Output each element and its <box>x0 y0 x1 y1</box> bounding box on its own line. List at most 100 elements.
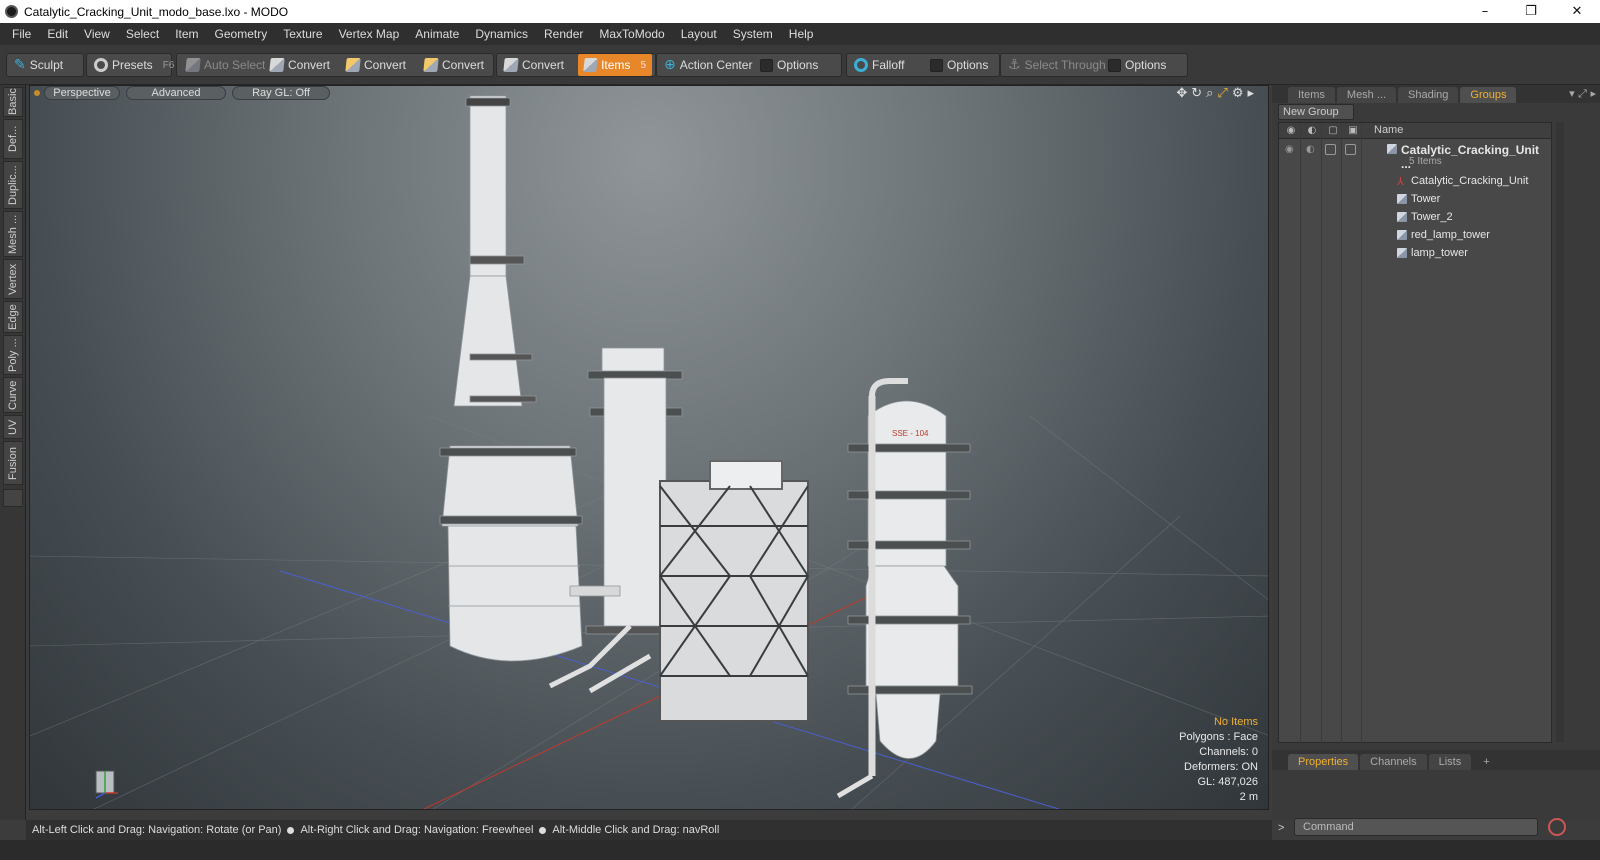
menu-vertex-map[interactable]: Vertex Map <box>331 27 408 41</box>
tab-duplicate[interactable]: Duplic... <box>3 161 23 209</box>
menu-maxtomodo[interactable]: MaxToModo <box>591 27 672 41</box>
properties-area <box>1272 771 1600 811</box>
auto-select-label: Auto Select <box>204 58 266 72</box>
menu-texture[interactable]: Texture <box>275 27 330 41</box>
list-scrollbar[interactable] <box>1556 122 1564 743</box>
select-through-label: Select Through <box>1024 58 1106 72</box>
view-mode-dropdown[interactable]: Perspective <box>44 86 120 100</box>
rotate-icon[interactable]: ↻ <box>1191 86 1202 101</box>
tab-lists[interactable]: Lists <box>1428 754 1472 770</box>
list-item[interactable]: lamp_tower <box>1279 244 1551 262</box>
panel-menu-icons[interactable]: ▾ ⤢ ▸ <box>1569 87 1596 101</box>
tab-mesh[interactable]: Mesh ... <box>3 211 23 257</box>
lock-column-icon[interactable]: ▢ <box>1327 125 1339 137</box>
list-item[interactable]: Tower_2 <box>1279 208 1551 226</box>
steel-frame-structure <box>659 460 809 722</box>
menu-file[interactable]: File <box>4 27 39 41</box>
options-checkbox[interactable] <box>760 58 773 72</box>
tab-properties[interactable]: Properties <box>1288 754 1359 770</box>
settings-gear-icon[interactable]: ⚙ <box>1232 86 1244 101</box>
menu-layout[interactable]: Layout <box>673 27 725 41</box>
sculpt-button[interactable]: ✎ Sculpt <box>8 53 69 77</box>
tab-shading[interactable]: Shading <box>1398 87 1459 103</box>
select-through-button[interactable]: ⚓ Select Through <box>1002 53 1112 77</box>
render-column-icon[interactable]: ◐ <box>1306 125 1318 137</box>
options-checkbox[interactable] <box>930 58 943 72</box>
zoom-icon[interactable]: ⌕ <box>1206 86 1213 101</box>
items-mode-button[interactable]: Items 5 <box>578 54 652 76</box>
convert-edges-button[interactable]: Convert <box>340 53 412 77</box>
item-name: Tower_2 <box>1411 211 1453 223</box>
tab-curve[interactable]: Curve <box>3 377 23 413</box>
3d-viewport[interactable]: SSE - 104 Perspective Advanced Ray GL: O… <box>29 85 1269 810</box>
restore-button[interactable]: ❐ <box>1508 0 1554 23</box>
list-item[interactable]: red_lamp_tower <box>1279 226 1551 244</box>
select-checkbox[interactable] <box>1345 144 1356 155</box>
new-group-button[interactable]: New Group <box>1278 104 1354 120</box>
chimney-tower <box>439 95 583 662</box>
menu-view[interactable]: View <box>76 27 118 41</box>
tab-groups[interactable]: Groups <box>1460 87 1517 103</box>
presets-icon <box>94 58 108 72</box>
lock-checkbox[interactable] <box>1325 144 1336 155</box>
menu-render[interactable]: Render <box>536 27 591 41</box>
visibility-column-icon[interactable]: ◉ <box>1285 125 1297 137</box>
tab-basic[interactable]: Basic <box>3 87 23 117</box>
menu-select[interactable]: Select <box>118 27 167 41</box>
select-column-icon[interactable]: ▣ <box>1347 125 1359 137</box>
convert-label: Convert <box>364 58 407 72</box>
auto-select-icon <box>185 58 201 72</box>
falloff-options-button[interactable]: Options <box>924 53 994 77</box>
select-through-options-button[interactable]: Options <box>1102 53 1172 77</box>
list-item[interactable]: Tower <box>1279 190 1551 208</box>
tab-fusion[interactable]: Fusion <box>3 441 23 485</box>
convert-vertices-button[interactable]: Convert <box>264 53 336 77</box>
shading-dropdown[interactable]: Advanced <box>126 86 226 100</box>
presets-button[interactable]: Presets F6 <box>88 53 180 77</box>
falloff-button[interactable]: Falloff <box>848 53 910 77</box>
edge-convert-icon <box>345 58 361 72</box>
pan-icon[interactable]: ✥ <box>1176 86 1187 101</box>
menu-item[interactable]: Item <box>167 27 206 41</box>
status-hint-roll: Alt-Middle Click and Drag: navRoll <box>552 824 720 836</box>
items-hotkey: 5 <box>640 59 646 71</box>
tab-deform[interactable]: Def... <box>3 119 23 159</box>
channels-info: Channels: 0 <box>1199 746 1258 758</box>
viewport-nav-icons: ✥ ↻ ⌕ ⤢ ⚙ ▸ <box>1176 86 1254 101</box>
menu-edit[interactable]: Edit <box>39 27 76 41</box>
action-center-button[interactable]: ⊕ Action Center <box>658 53 758 77</box>
menu-bar: File Edit View Select Item Geometry Text… <box>0 23 1600 45</box>
name-column-header[interactable]: Name <box>1374 124 1403 136</box>
tab-mesh-ops[interactable]: Mesh ... <box>1336 87 1397 103</box>
options-checkbox[interactable] <box>1108 58 1121 72</box>
tab-polygon[interactable]: Poly ... <box>3 335 23 375</box>
menu-system[interactable]: System <box>725 27 781 41</box>
visibility-eye-icon[interactable]: ◉ <box>1285 144 1294 155</box>
tab-items[interactable]: Items <box>1288 87 1335 103</box>
list-item[interactable]: ⅄ Catalytic_Cracking_Unit <box>1279 172 1551 190</box>
render-toggle-icon[interactable]: ◐ <box>1306 144 1315 155</box>
viewport-options-dot[interactable] <box>34 90 40 96</box>
expand-arrow-icon[interactable]: ▸ <box>1247 86 1254 101</box>
auto-select-button[interactable]: Auto Select <box>180 53 271 77</box>
close-button[interactable]: ✕ <box>1554 0 1600 23</box>
tab-channels[interactable]: Channels <box>1360 754 1427 770</box>
menu-dynamics[interactable]: Dynamics <box>467 27 536 41</box>
record-macro-icon[interactable] <box>1548 818 1566 836</box>
convert-items-button[interactable]: Convert <box>498 53 570 77</box>
action-center-options-button[interactable]: Options <box>754 53 824 77</box>
convert-polygons-button[interactable]: Convert <box>418 53 490 77</box>
tab-vertex[interactable]: Vertex <box>3 259 23 299</box>
fit-icon[interactable]: ⤢ <box>1217 86 1227 101</box>
command-input[interactable]: Command <box>1294 818 1538 836</box>
menu-geometry[interactable]: Geometry <box>207 27 276 41</box>
add-tab-button[interactable]: + <box>1473 754 1499 770</box>
menu-animate[interactable]: Animate <box>407 27 467 41</box>
falloff-label: Falloff <box>872 58 905 72</box>
tab-uv[interactable]: UV <box>3 415 23 439</box>
tab-extra[interactable] <box>3 489 23 507</box>
menu-help[interactable]: Help <box>781 27 822 41</box>
raygl-dropdown[interactable]: Ray GL: Off <box>232 86 330 100</box>
tab-edge[interactable]: Edge <box>3 301 23 333</box>
minimize-button[interactable]: – <box>1462 0 1508 23</box>
